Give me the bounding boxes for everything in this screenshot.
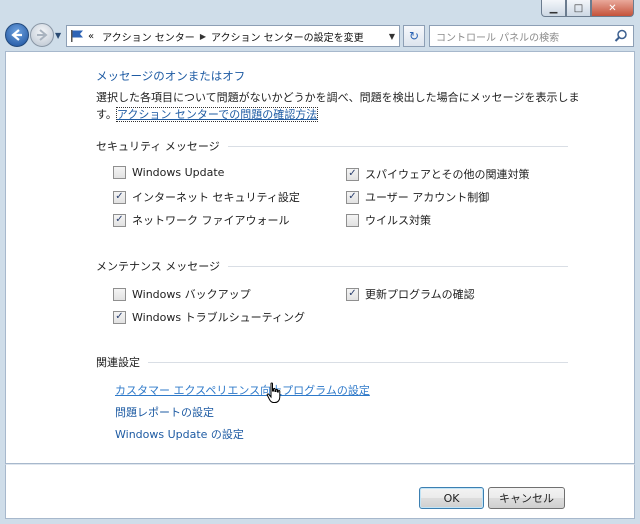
checkbox-virus-protection[interactable]: ウイルス対策 bbox=[346, 212, 431, 228]
breadcrumb-action-center[interactable]: アクション センター bbox=[102, 29, 195, 44]
breadcrumb-change-settings[interactable]: アクション センターの設定を変更 bbox=[211, 29, 364, 44]
windows-update-settings-link[interactable]: Windows Update の設定 bbox=[115, 426, 244, 442]
maximize-button[interactable]: □ bbox=[566, 0, 591, 17]
related-settings-title: 関連設定 bbox=[96, 356, 140, 369]
checkbox-user-account-control[interactable]: ✓ ユーザー アカウント制御 bbox=[346, 189, 489, 205]
search-input[interactable]: コントロール パネルの検索 bbox=[436, 29, 559, 44]
minimize-button[interactable]: ▁ bbox=[541, 0, 566, 17]
checkbox-label: ユーザー アカウント制御 bbox=[365, 191, 490, 204]
forward-button[interactable] bbox=[30, 23, 54, 47]
checkbox-internet-security[interactable]: ✓ インターネット セキュリティ設定 bbox=[113, 189, 300, 205]
checkbox-box[interactable]: ✓ bbox=[113, 190, 126, 204]
related-settings-header: 関連設定 bbox=[96, 354, 568, 370]
checkbox-label: 更新プログラムの確認 bbox=[365, 288, 475, 301]
checkbox-label: Windows バックアップ bbox=[132, 288, 251, 301]
maintenance-divider bbox=[228, 265, 568, 267]
checkbox-label: インターネット セキュリティ設定 bbox=[132, 191, 300, 204]
maintenance-messages-title: メンテナンス メッセージ bbox=[96, 260, 221, 273]
back-button[interactable] bbox=[5, 23, 29, 47]
security-divider bbox=[227, 145, 568, 147]
breadcrumb-separator-icon[interactable]: ▶ bbox=[200, 32, 206, 41]
checkbox-label: Windows トラブルシューティング bbox=[132, 311, 305, 324]
checkbox-box[interactable]: ✓ bbox=[346, 190, 359, 204]
checkbox-box[interactable]: ✓ bbox=[346, 167, 359, 181]
customer-experience-settings-link[interactable]: カスタマー エクスペリエンス向上プログラムの設定 bbox=[115, 382, 370, 398]
checkbox-windows-troubleshooting[interactable]: ✓ Windows トラブルシューティング bbox=[113, 309, 305, 325]
forward-arrow-icon bbox=[37, 29, 48, 41]
checkbox-check-for-updates[interactable]: ✓ 更新プログラムの確認 bbox=[346, 286, 475, 302]
checkbox-windows-backup[interactable]: Windows バックアップ bbox=[113, 286, 251, 302]
ok-button[interactable]: OK bbox=[419, 487, 484, 509]
search-icon[interactable] bbox=[614, 29, 628, 43]
recent-pages-button[interactable]: ▼ bbox=[55, 31, 61, 40]
description: 選択した各項目について問題がないかどうかを調べ、問題を検出した場合にメッセージを… bbox=[96, 89, 586, 123]
security-messages-title: セキュリティ メッセージ bbox=[96, 140, 220, 153]
refresh-button[interactable]: ↻ bbox=[403, 25, 425, 47]
back-arrow-icon bbox=[11, 29, 22, 41]
address-dropdown-icon[interactable]: ▼ bbox=[389, 32, 395, 41]
action-center-flag-icon bbox=[71, 30, 83, 42]
related-divider bbox=[148, 361, 568, 363]
address-bar[interactable]: « アクション センター ▶ アクション センターの設定を変更 ▼ bbox=[66, 25, 400, 47]
checkbox-label: スパイウェアとその他の関連対策 bbox=[365, 168, 530, 181]
window-controls: ▁ □ ✕ bbox=[541, 0, 634, 17]
checkbox-network-firewall[interactable]: ✓ ネットワーク ファイアウォール bbox=[113, 212, 290, 228]
breadcrumb-prefix: « bbox=[88, 30, 95, 42]
checkbox-label: ネットワーク ファイアウォール bbox=[132, 214, 290, 227]
navigation-bar: ▼ « アクション センター ▶ アクション センターの設定を変更 ▼ ↻ コン… bbox=[0, 20, 640, 50]
how-action-center-checks-link[interactable]: アクション センターでの問題の確認方法 bbox=[115, 107, 319, 122]
checkbox-box[interactable] bbox=[113, 166, 126, 179]
hand-cursor-icon bbox=[266, 382, 281, 403]
checkbox-windows-update[interactable]: Windows Update bbox=[113, 166, 224, 179]
security-messages-header: セキュリティ メッセージ bbox=[96, 138, 568, 154]
checkbox-box[interactable]: ✓ bbox=[113, 213, 126, 227]
cancel-button[interactable]: キャンセル bbox=[488, 487, 565, 509]
title-bar: ▁ □ ✕ bbox=[0, 0, 640, 20]
checkbox-box[interactable]: ✓ bbox=[113, 310, 126, 324]
refresh-icon: ↻ bbox=[408, 29, 420, 43]
search-box[interactable]: コントロール パネルの検索 bbox=[429, 25, 634, 47]
checkbox-box[interactable] bbox=[113, 287, 126, 301]
problem-reporting-settings-link[interactable]: 問題レポートの設定 bbox=[115, 404, 214, 420]
page-heading: メッセージのオンまたはオフ bbox=[96, 69, 246, 83]
checkbox-spyware-protection[interactable]: ✓ スパイウェアとその他の関連対策 bbox=[346, 166, 529, 182]
checkbox-box[interactable] bbox=[346, 213, 359, 227]
checkbox-box[interactable]: ✓ bbox=[346, 287, 359, 301]
close-button[interactable]: ✕ bbox=[591, 0, 634, 17]
maintenance-messages-header: メンテナンス メッセージ bbox=[96, 258, 568, 274]
checkbox-label: Windows Update bbox=[132, 166, 225, 179]
checkbox-label: ウイルス対策 bbox=[365, 214, 431, 227]
